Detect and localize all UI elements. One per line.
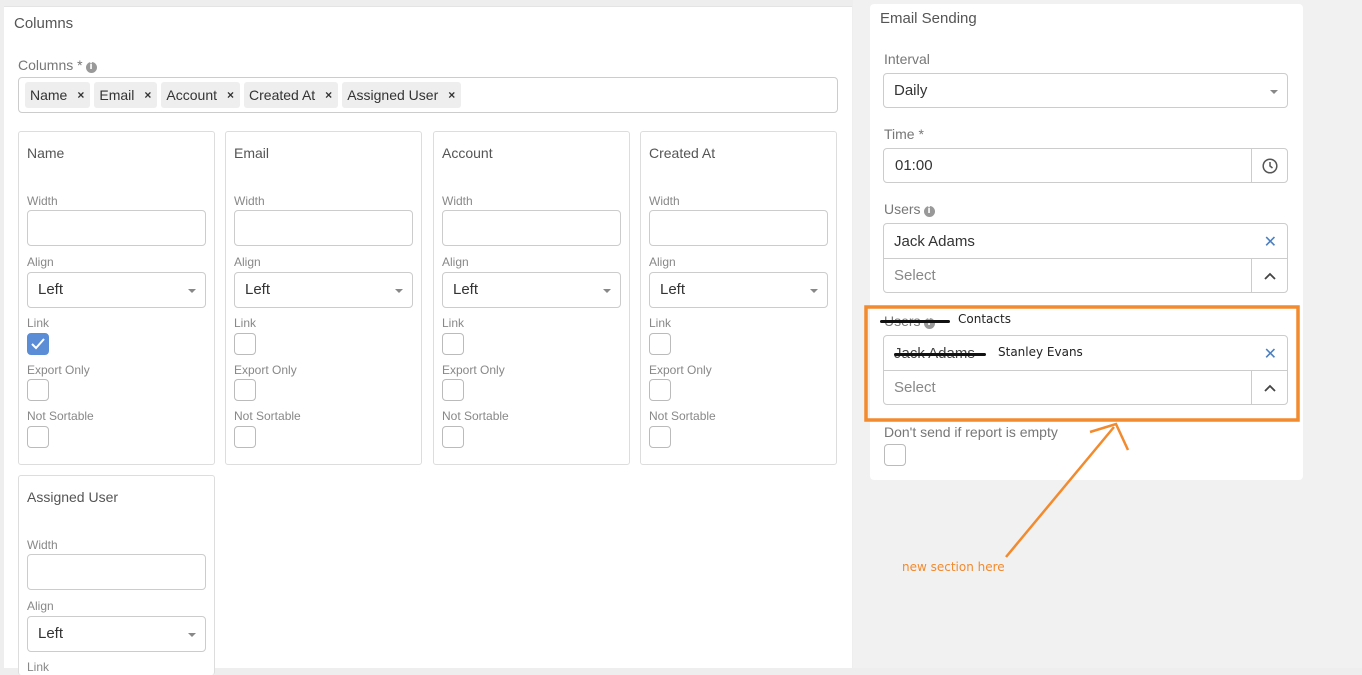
annotation-overlay	[864, 305, 1300, 558]
arrow-head	[1089, 422, 1130, 451]
annotation-note: new section here	[902, 560, 1005, 574]
arrow-shaft	[1005, 426, 1115, 558]
highlight-box	[864, 305, 1300, 422]
